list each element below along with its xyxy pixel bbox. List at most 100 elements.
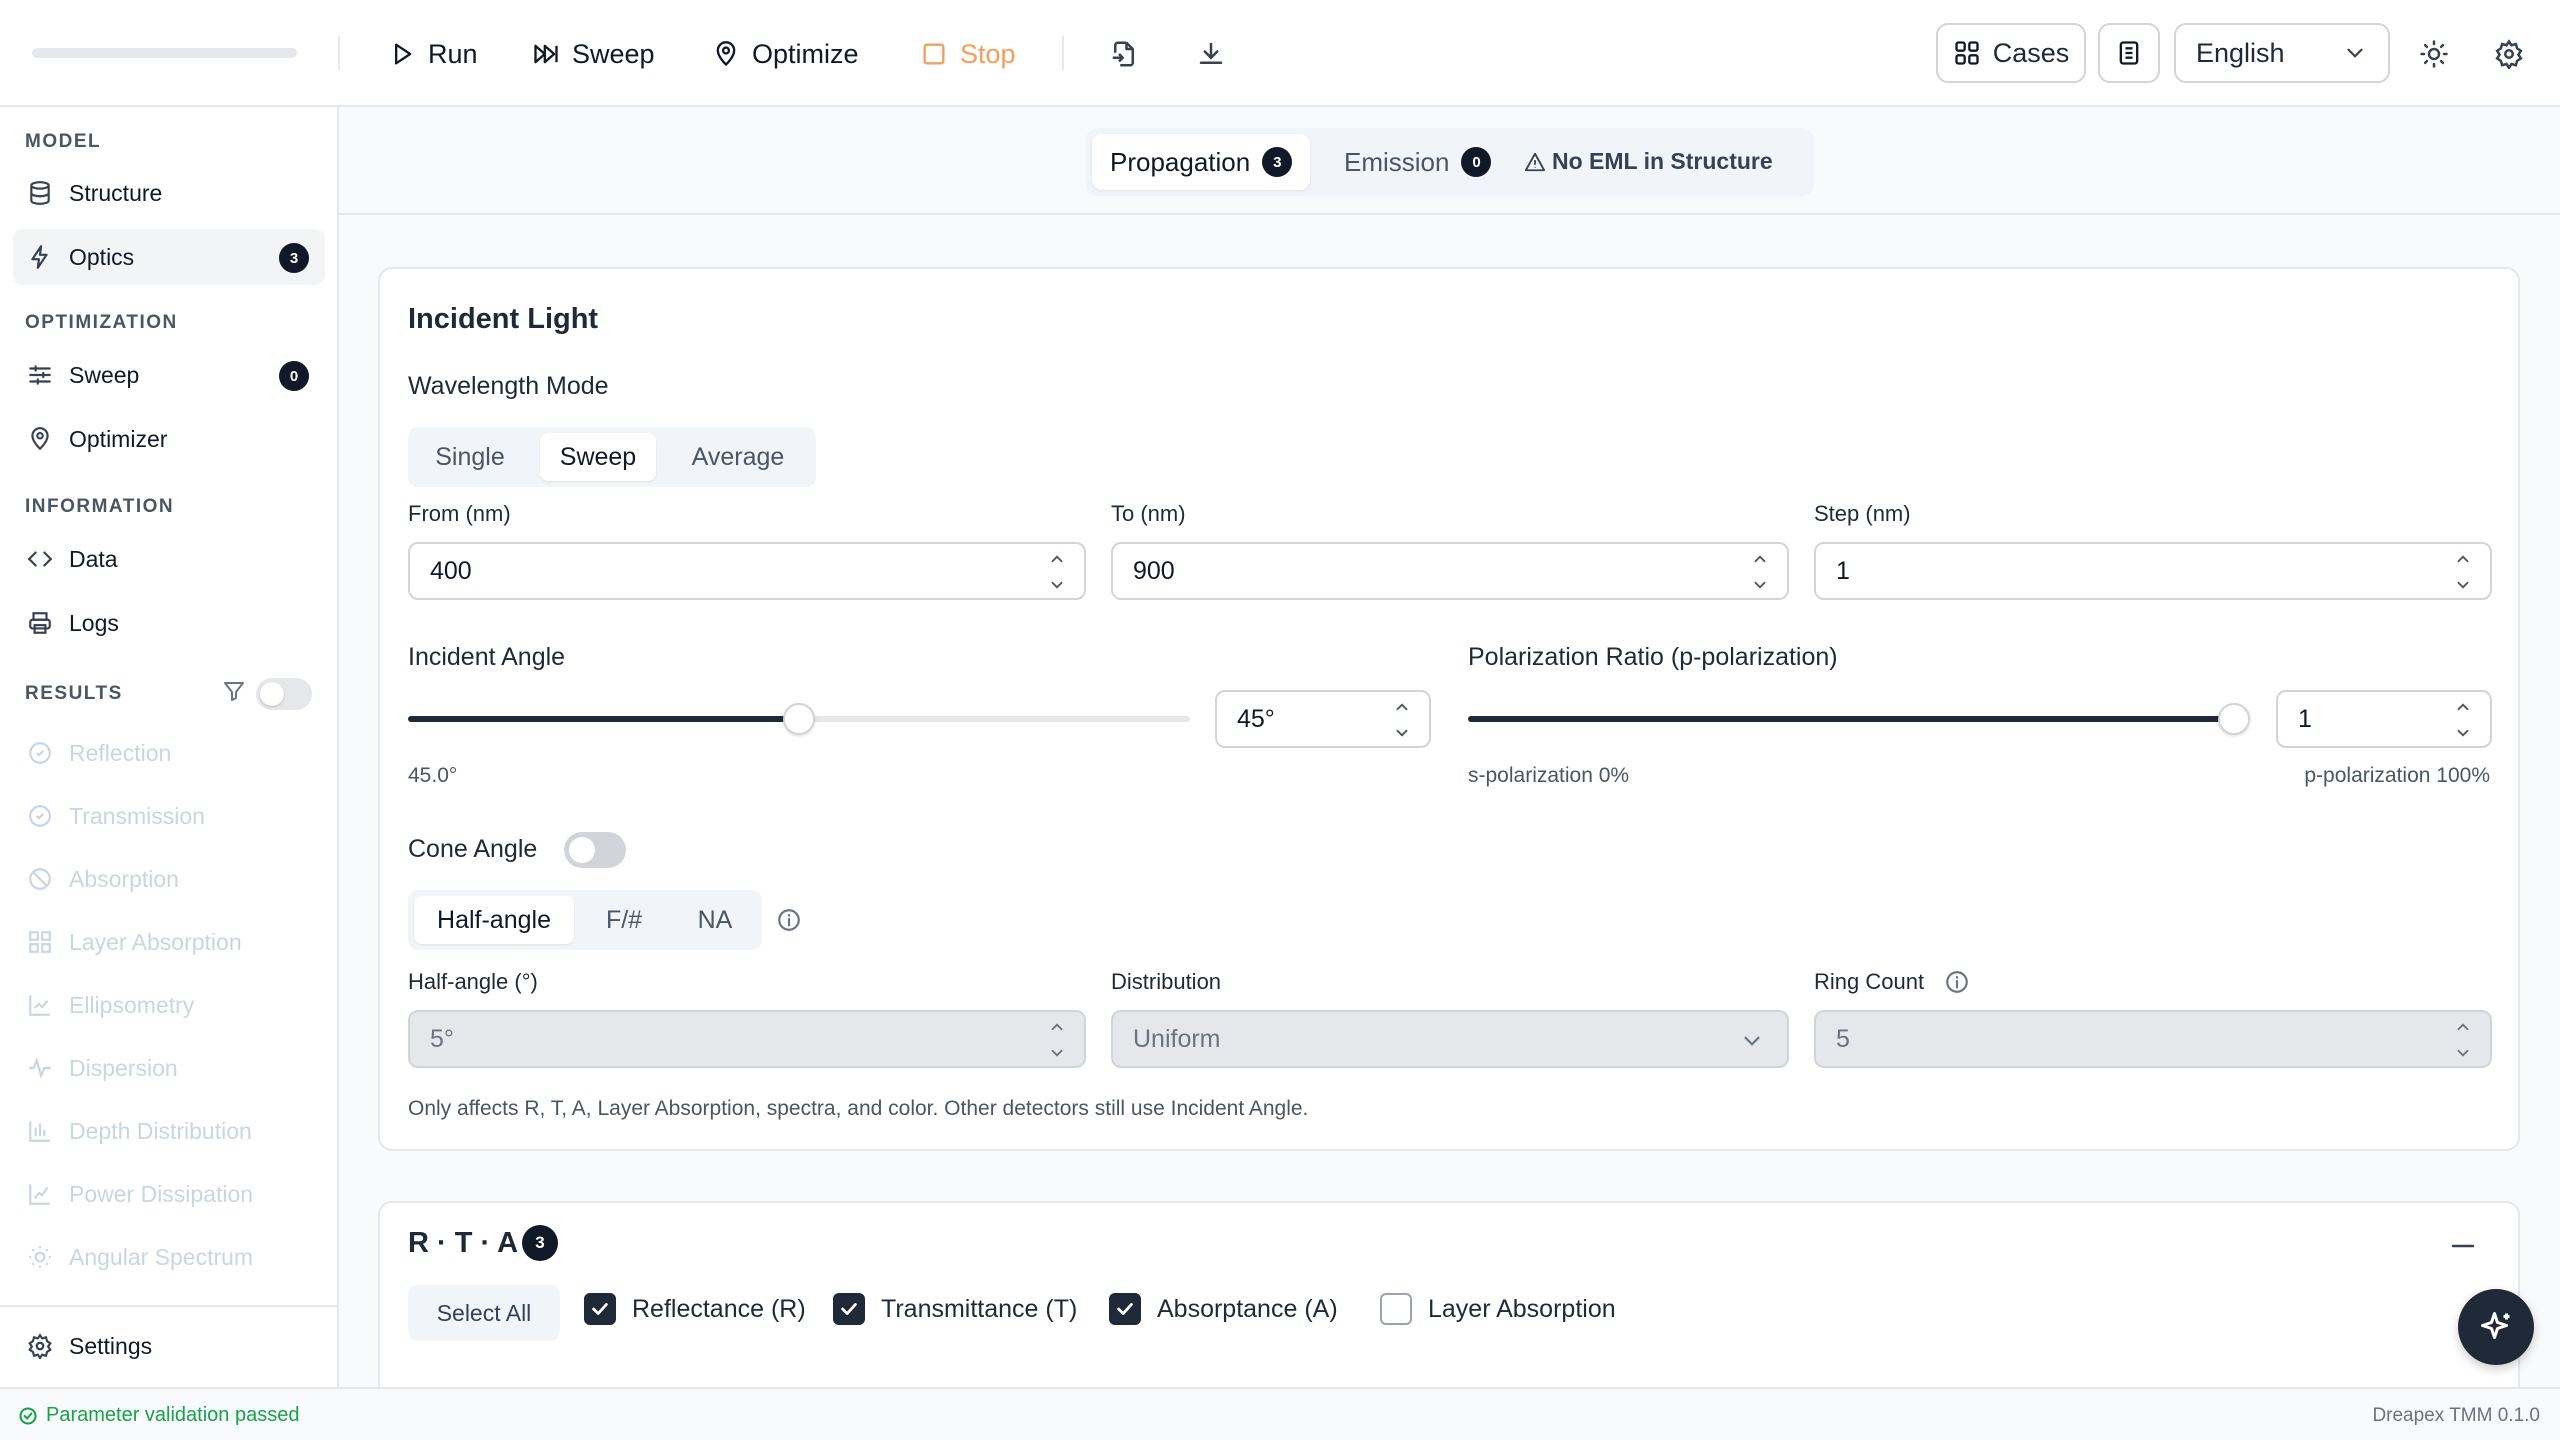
chevron-up-icon[interactable] (1393, 698, 1411, 716)
cone-mode-na[interactable]: NA (674, 896, 756, 944)
incident-angle-input[interactable]: 45° (1215, 690, 1431, 748)
results-filter-toggle[interactable] (256, 678, 312, 710)
emission-count-badge: 0 (1461, 147, 1492, 177)
tab-label: Emission (1344, 146, 1450, 177)
checkbox-label: Layer Absorption (1428, 1294, 1616, 1323)
sidebar-item-logs[interactable]: Logs (13, 595, 325, 651)
filter-icon[interactable] (222, 679, 246, 703)
slider-thumb[interactable] (2218, 703, 2250, 735)
half-angle-label: Half-angle (°) (408, 969, 538, 994)
status-bar: Parameter validation passed Dreapex TMM … (0, 1387, 2560, 1440)
angle-stepper[interactable] (1391, 698, 1413, 742)
absorptance-checkbox[interactable]: Absorptance (A) (1109, 1293, 1338, 1325)
sidebar-item-label: Depth Distribution (69, 1117, 252, 1144)
import-button[interactable] (1104, 34, 1144, 74)
sidebar: MODEL Structure Optics 3 OPTIMIZATION Sw… (0, 107, 339, 1387)
sidebar-item-absorption: Absorption (13, 851, 325, 907)
language-select[interactable]: English (2174, 23, 2390, 83)
sidebar-item-reflection: Reflection (13, 725, 325, 781)
settings-button[interactable] (2489, 34, 2529, 74)
ring-count-value: 5 (1836, 1024, 1850, 1053)
sweep-button[interactable]: Sweep (532, 30, 655, 78)
slider-thumb[interactable] (783, 703, 815, 735)
mode-sweep[interactable]: Sweep (540, 433, 656, 481)
incident-angle-readout: 45.0° (408, 764, 458, 787)
mode-average[interactable]: Average (668, 433, 808, 481)
half-angle-input: 5° (408, 1010, 1086, 1068)
incident-light-title: Incident Light (408, 303, 599, 335)
chevron-down-icon[interactable] (1048, 576, 1066, 594)
checkbox-box[interactable] (1109, 1293, 1141, 1325)
half-angle-value: 5° (430, 1024, 454, 1053)
info-icon[interactable] (1944, 969, 1970, 995)
checkbox-box[interactable] (833, 1293, 865, 1325)
sidebar-item-data[interactable]: Data (13, 531, 325, 587)
incident-angle-slider[interactable] (408, 702, 1190, 736)
polarization-stepper[interactable] (2452, 698, 2474, 742)
chevron-down-icon[interactable] (2454, 724, 2472, 742)
from-input[interactable]: 400 (408, 542, 1086, 600)
cone-mode-f-number[interactable]: F/# (584, 896, 664, 944)
step-input[interactable]: 1 (1814, 542, 2492, 600)
ring-count-label: Ring Count (1814, 969, 1925, 994)
chevron-down-icon[interactable] (1393, 724, 1411, 742)
checkbox-box[interactable] (1380, 1293, 1412, 1325)
from-label: From (nm) (408, 501, 511, 526)
from-stepper[interactable] (1046, 550, 1068, 594)
s-polarization-hint: s-polarization 0% (1468, 764, 1630, 787)
chevron-up-icon (1051, 1023, 1063, 1031)
info-icon[interactable] (776, 907, 802, 933)
ai-assistant-button[interactable] (2458, 1289, 2534, 1365)
polarization-slider[interactable] (1468, 702, 2250, 736)
chevron-up-icon[interactable] (1048, 550, 1066, 568)
polarization-input[interactable]: 1 (2276, 690, 2492, 748)
tab-propagation[interactable]: Propagation 3 (1092, 134, 1311, 190)
layer-absorption-checkbox[interactable]: Layer Absorption (1380, 1293, 1616, 1325)
sidebar-item-structure[interactable]: Structure (13, 165, 325, 221)
chevron-down-icon[interactable] (1751, 576, 1769, 594)
sidebar-item-sweep[interactable]: Sweep 0 (13, 347, 325, 403)
checkbox-box[interactable] (584, 1293, 616, 1325)
docs-button[interactable] (2098, 23, 2160, 83)
transmittance-checkbox[interactable]: Transmittance (T) (833, 1293, 1077, 1325)
section-optimization: OPTIMIZATION (25, 312, 178, 333)
step-label: Step (nm) (1814, 501, 1911, 526)
step-stepper[interactable] (2452, 550, 2474, 594)
sidebar-item-optimizer[interactable]: Optimizer (13, 411, 325, 467)
rta-card: R · T · A 3 Select All Reflectance (R) T… (378, 1201, 2520, 1387)
optics-count-badge: 3 (279, 243, 309, 273)
tab-emission[interactable]: Emission 0 (1326, 134, 1509, 190)
to-input[interactable]: 900 (1111, 542, 1789, 600)
file-import-icon (1112, 41, 1134, 67)
run-button[interactable]: Run (388, 30, 478, 78)
chevron-up-icon[interactable] (2454, 550, 2472, 568)
sidebar-item-optics[interactable]: Optics 3 (13, 229, 325, 285)
theme-toggle-button[interactable] (2414, 34, 2454, 74)
to-stepper[interactable] (1749, 550, 1771, 594)
cases-button[interactable]: Cases (1936, 23, 2086, 83)
toggle-knob (569, 837, 595, 863)
sidebar-divider (0, 1305, 339, 1307)
tabs-row: Propagation 3 Emission 0 No EML in Struc… (339, 107, 2560, 215)
cone-mode-half-angle[interactable]: Half-angle (414, 896, 574, 944)
check-icon (592, 1303, 608, 1315)
chevron-up-icon[interactable] (1751, 550, 1769, 568)
optimize-button[interactable]: Optimize (712, 30, 859, 78)
mode-single[interactable]: Single (414, 433, 526, 481)
half-angle-stepper (1046, 1018, 1068, 1062)
collapse-icon[interactable] (2448, 1231, 2478, 1261)
chevron-down-icon (1744, 1036, 1760, 1046)
rta-title: R · T · A (408, 1227, 519, 1259)
cone-angle-toggle[interactable] (564, 832, 626, 868)
simulation-tabs: Propagation 3 Emission 0 No EML in Struc… (1086, 128, 1814, 196)
chevron-up-icon[interactable] (2454, 698, 2472, 716)
download-button[interactable] (1191, 34, 1231, 74)
sidebar-item-settings[interactable]: Settings (13, 1318, 325, 1374)
select-all-button[interactable]: Select All (408, 1285, 560, 1341)
chevron-down-icon (2457, 1049, 2469, 1057)
reflectance-checkbox[interactable]: Reflectance (R) (584, 1293, 806, 1325)
chevron-down-icon[interactable] (2454, 576, 2472, 594)
sidebar-item-label: Logs (69, 609, 119, 636)
slider-fill (408, 716, 799, 722)
stop-button[interactable]: Stop (920, 30, 1016, 78)
